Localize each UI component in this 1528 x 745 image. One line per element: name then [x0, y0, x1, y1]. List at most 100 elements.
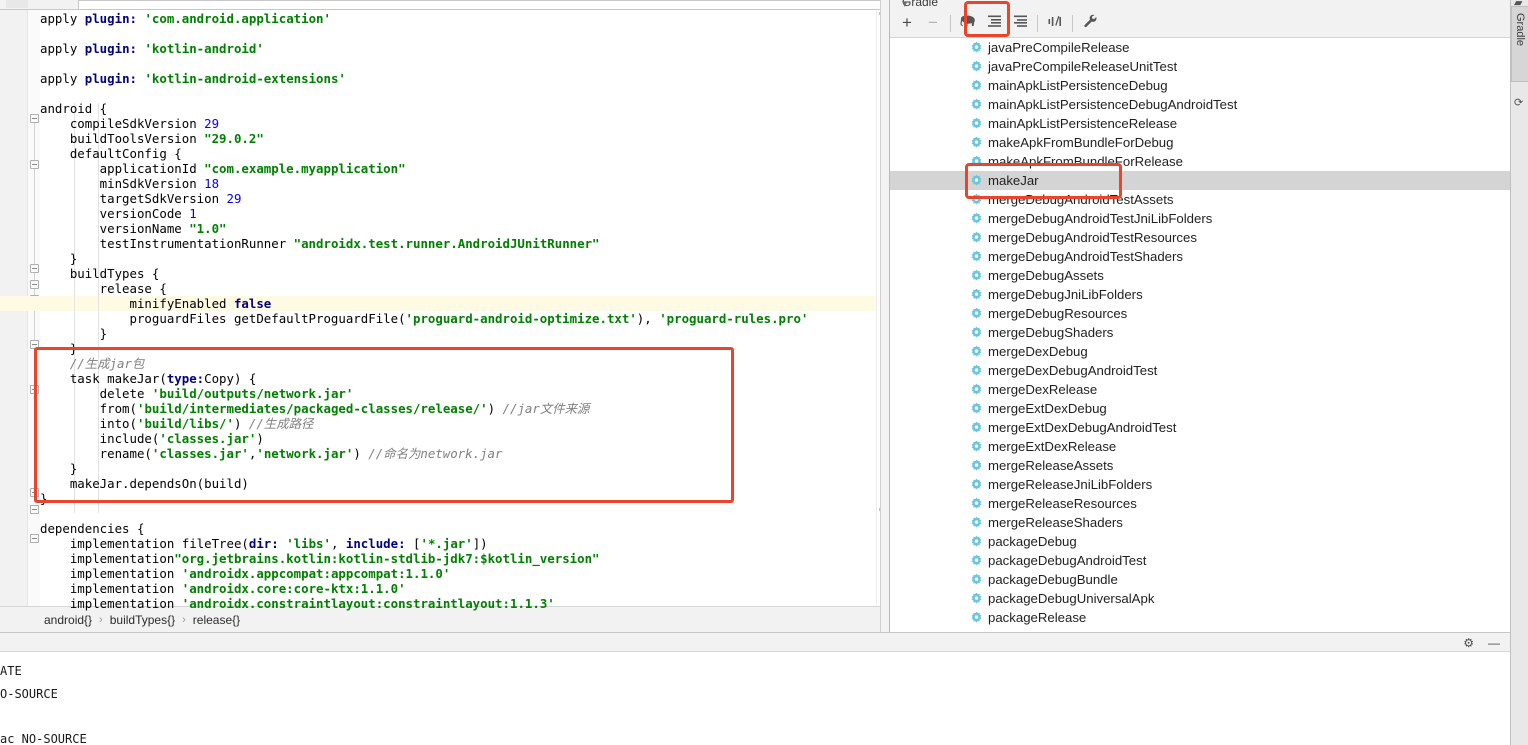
- editor-tab-active[interactable]: [78, 0, 886, 9]
- code-line-text: apply plugin: 'com.android.application': [40, 11, 331, 26]
- toolbar-separator: [950, 14, 951, 32]
- editor-fold-column[interactable]: [28, 10, 40, 632]
- build-log-line: ac NO-SOURCE: [0, 731, 87, 745]
- code-line-text: implementation 'androidx.appcompat:appco…: [40, 566, 450, 581]
- gear-icon[interactable]: ⚙: [1463, 636, 1474, 650]
- gradle-toolbar[interactable]: + −: [890, 9, 1510, 38]
- fold-toggle-task[interactable]: [30, 340, 39, 349]
- gradle-task-item[interactable]: makeApkFromBundleForRelease: [890, 152, 1510, 171]
- fold-toggle-dependencies[interactable]: [30, 534, 39, 543]
- gradle-task-gear-icon: [970, 193, 983, 206]
- gradle-task-item[interactable]: mergeDebugAndroidTestAssets: [890, 190, 1510, 209]
- code-token: 'build/outputs/network.jar': [151, 386, 354, 401]
- gradle-tool-window[interactable]: Gradle ▾ + − javaPreCompileRelease javaPre…: [890, 0, 1510, 632]
- gradle-task-item[interactable]: mergeDebugAssets: [890, 266, 1510, 285]
- breadcrumb-item[interactable]: buildTypes{}: [110, 613, 175, 627]
- refresh-icon[interactable]: ⟳: [1514, 96, 1523, 109]
- fold-toggle-android-end[interactable]: [30, 505, 39, 514]
- code-line: into('build/libs/') //生成路径: [40, 416, 890, 431]
- minimize-icon[interactable]: —: [1488, 636, 1500, 650]
- build-log-line: ATE: [0, 664, 22, 678]
- gradle-task-gear-icon: [970, 592, 983, 605]
- code-token: 'build/libs/': [136, 416, 234, 431]
- gradle-task-label: mergeReleaseResources: [988, 496, 1137, 511]
- code-line: implementation 'androidx.core:core-ktx:1…: [40, 581, 890, 596]
- execute-gradle-task-button[interactable]: [955, 11, 981, 35]
- code-line: implementation 'androidx.appcompat:appco…: [40, 566, 890, 581]
- code-token: Copy) {: [204, 371, 257, 386]
- fold-toggle-defaultconfig[interactable]: [30, 160, 39, 169]
- chevron-down-icon[interactable]: ▾: [902, 0, 1470, 9]
- build-output-toolbar[interactable]: ⚙ —: [0, 632, 1510, 652]
- gradle-task-item-selected[interactable]: makeJar: [890, 171, 1510, 190]
- gradle-task-item[interactable]: mergeDebugAndroidTestResources: [890, 228, 1510, 247]
- gradle-task-item[interactable]: mergeDebugAndroidTestShaders: [890, 247, 1510, 266]
- fold-toggle-makejar[interactable]: [30, 385, 39, 394]
- gradle-task-item[interactable]: mainApkListPersistenceDebug: [890, 76, 1510, 95]
- gradle-task-item[interactable]: mergeReleaseResources: [890, 494, 1510, 513]
- code-line-text: delete 'build/outputs/network.jar': [40, 386, 354, 401]
- fold-toggle-makejar-end[interactable]: [30, 488, 39, 497]
- gradle-task-item[interactable]: mainApkListPersistenceDebugAndroidTest: [890, 95, 1510, 114]
- gradle-task-gear-icon: [970, 307, 983, 320]
- panel-splitter[interactable]: [880, 0, 890, 632]
- fold-toggle-android[interactable]: [30, 114, 39, 123]
- gradle-task-item[interactable]: mergeExtDexDebugAndroidTest: [890, 418, 1510, 437]
- breadcrumb-item[interactable]: release{}: [193, 613, 240, 627]
- gradle-task-item[interactable]: mergeDexDebugAndroidTest: [890, 361, 1510, 380]
- code-line: applicationId "com.example.myapplication…: [40, 161, 890, 176]
- gradle-task-item[interactable]: mergeDebugAndroidTestJniLibFolders: [890, 209, 1510, 228]
- gradle-task-gear-icon: [970, 79, 983, 92]
- code-line: testInstrumentationRunner "androidx.test…: [40, 236, 890, 251]
- gradle-task-item[interactable]: javaPreCompileRelease: [890, 38, 1510, 57]
- editor-gutter[interactable]: [0, 10, 28, 632]
- gradle-task-label: mergeDebugShaders: [988, 325, 1114, 340]
- code-text[interactable]: apply plugin: 'com.android.application' …: [0, 10, 890, 632]
- toggle-offline-mode-button[interactable]: [1042, 11, 1068, 35]
- collapse-all-button[interactable]: [1007, 11, 1033, 35]
- gradle-settings-button[interactable]: [1077, 11, 1103, 35]
- expand-all-button[interactable]: [981, 11, 1007, 35]
- gradle-task-item[interactable]: mergeDexDebug: [890, 342, 1510, 361]
- gradle-task-item[interactable]: mergeDebugShaders: [890, 323, 1510, 342]
- gradle-task-gear-icon: [970, 345, 983, 358]
- ide-window: apply plugin: 'com.android.application' …: [0, 0, 1528, 745]
- gradle-task-item[interactable]: packageDebugBundle: [890, 570, 1510, 589]
- gradle-task-item[interactable]: packageDebugAndroidTest: [890, 551, 1510, 570]
- code-token: include(: [40, 431, 160, 446]
- gradle-task-item[interactable]: mergeDexRelease: [890, 380, 1510, 399]
- gradle-task-gear-icon: [970, 440, 983, 453]
- gradle-task-item[interactable]: mergeReleaseJniLibFolders: [890, 475, 1510, 494]
- right-tool-window-bar[interactable]: ▰ Gradle ⟳: [1510, 0, 1528, 745]
- gradle-task-item[interactable]: mergeExtDexDebug: [890, 399, 1510, 418]
- gradle-task-item[interactable]: packageRelease: [890, 608, 1510, 627]
- gradle-task-label: mergeExtDexDebugAndroidTest: [988, 420, 1177, 435]
- gradle-task-item[interactable]: javaPreCompileReleaseUnitTest: [890, 57, 1510, 76]
- code-token: implementation: [40, 551, 175, 566]
- gradle-task-label: mergeDebugAssets: [988, 268, 1104, 283]
- gradle-task-item[interactable]: packageDebug: [890, 532, 1510, 551]
- code-line: makeJar.dependsOn(build): [40, 476, 890, 491]
- gradle-task-gear-icon: [970, 250, 983, 263]
- fold-toggle-buildtypes[interactable]: [30, 264, 39, 273]
- gradle-task-list[interactable]: javaPreCompileRelease javaPreCompileRelea…: [890, 38, 1510, 632]
- gradle-task-item[interactable]: mergeDebugResources: [890, 304, 1510, 323]
- gradle-task-item[interactable]: mainApkListPersistenceRelease: [890, 114, 1510, 133]
- breadcrumb-item[interactable]: android{}: [44, 613, 92, 627]
- build-output-pane[interactable]: ⚙ — ATE O-SOURCE ac NO-SOURCE: [0, 632, 1510, 745]
- gradle-task-item[interactable]: packageDebugUniversalApk: [890, 589, 1510, 608]
- gradle-task-label: mainApkListPersistenceRelease: [988, 116, 1178, 131]
- code-editor-pane[interactable]: apply plugin: 'com.android.application' …: [0, 0, 890, 632]
- add-task-button[interactable]: +: [894, 11, 920, 35]
- gradle-task-item[interactable]: mergeReleaseAssets: [890, 456, 1510, 475]
- code-token: }: [40, 251, 78, 266]
- gradle-task-item[interactable]: mergeDebugJniLibFolders: [890, 285, 1510, 304]
- fold-toggle-release[interactable]: [30, 280, 39, 289]
- code-token: 18: [204, 176, 220, 191]
- gradle-task-item[interactable]: mergeReleaseShaders: [890, 513, 1510, 532]
- gradle-task-item[interactable]: mergeExtDexRelease: [890, 437, 1510, 456]
- gradle-task-item[interactable]: makeApkFromBundleForDebug: [890, 133, 1510, 152]
- tool-window-button-gradle[interactable]: Gradle: [1511, 6, 1528, 82]
- build-log-line: O-SOURCE: [0, 686, 58, 701]
